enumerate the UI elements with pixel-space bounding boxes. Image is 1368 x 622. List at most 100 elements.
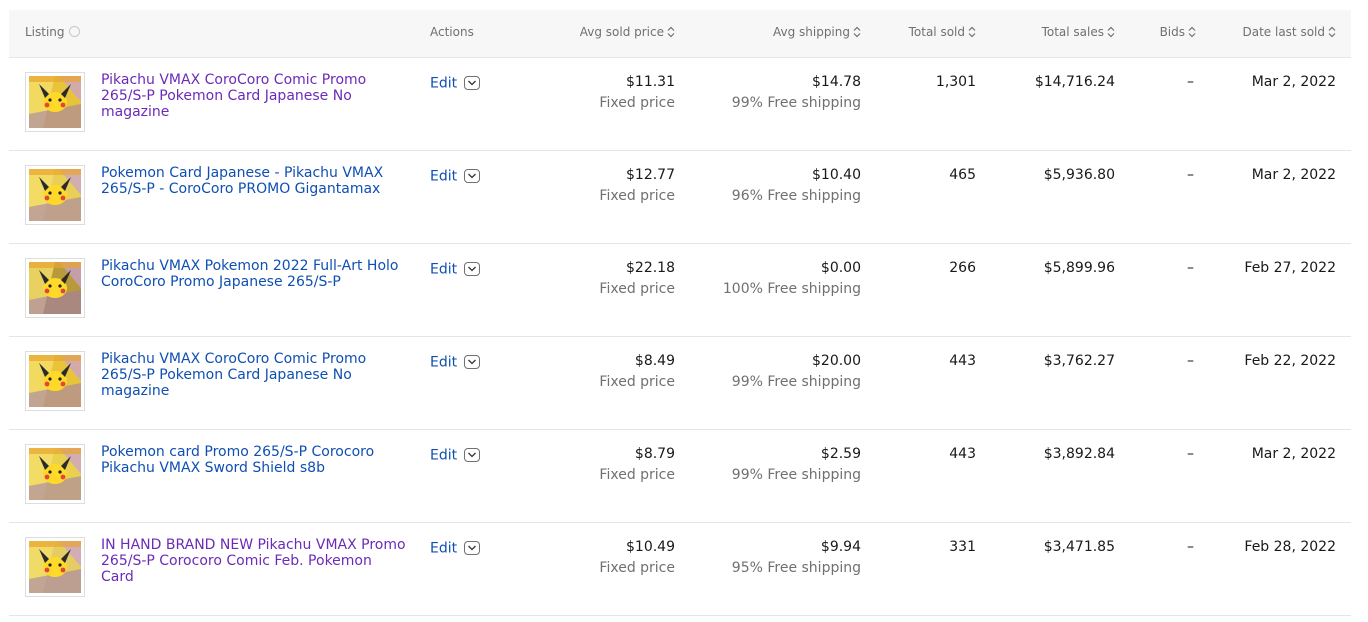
avg-shipping: $2.59 (820, 446, 861, 462)
bids: – (1187, 353, 1194, 369)
edit-link[interactable]: Edit (430, 262, 457, 278)
pokemon-card-image (25, 165, 85, 225)
column-header-label: Avg sold price (579, 25, 664, 39)
listing-title-link[interactable]: Pikachu VMAX Pokemon 2022 Full-Art Holo … (101, 258, 409, 290)
column-header-label: Avg shipping (772, 25, 850, 39)
column-header-label: Bids (1159, 25, 1185, 39)
column-header-total-sold[interactable]: Total sold (909, 10, 976, 57)
listing-title-link[interactable]: Pokemon Card Japanese - Pikachu VMAX 265… (101, 165, 409, 197)
listing-title-link[interactable]: IN HAND BRAND NEW Pikachu VMAX Promo 265… (101, 537, 409, 585)
total-sales-cell: $3,471.85 (1044, 537, 1115, 558)
column-header-avg-sold-price[interactable]: Avg sold price (580, 10, 675, 57)
column-header-total-sales[interactable]: Total sales (1042, 10, 1115, 57)
listing-thumbnail[interactable] (25, 165, 85, 225)
column-header-avg-shipping[interactable]: Avg shipping (773, 10, 861, 57)
avg-sold-price: $22.18 (626, 260, 675, 276)
free-shipping-rate: 99% Free shipping (731, 467, 861, 483)
pokemon-card-image (25, 537, 85, 597)
column-header-listing[interactable]: Listing (25, 10, 80, 57)
date-last-sold-cell: Feb 22, 2022 (1244, 351, 1336, 372)
avg-sold-price: $11.31 (626, 74, 675, 90)
bids: – (1187, 167, 1194, 183)
price-format: Fixed price (599, 95, 675, 111)
bids-cell: – (1187, 72, 1194, 93)
table-row: Pikachu VMAX CoroCoro Comic Promo 265/S-… (9, 58, 1351, 151)
actions-dropdown-button[interactable] (464, 75, 481, 90)
avg-shipping: $10.40 (812, 167, 861, 183)
bids-cell: – (1187, 444, 1194, 465)
total-sold: 465 (949, 167, 976, 183)
price-format: Fixed price (599, 560, 675, 576)
table-row: Pikachu VMAX CoroCoro Comic Promo 265/S-… (9, 337, 1351, 430)
row-actions: Edit (430, 259, 481, 278)
actions-dropdown-button[interactable] (464, 540, 481, 555)
edit-link[interactable]: Edit (430, 76, 457, 92)
table-row: IN HAND BRAND NEW Pikachu VMAX Promo 265… (9, 523, 1351, 616)
date-last-sold: Feb 27, 2022 (1244, 260, 1336, 276)
total-sales-cell: $5,899.96 (1044, 258, 1115, 279)
avg-sold-price-cell: $8.49 Fixed price (599, 351, 675, 393)
edit-link[interactable]: Edit (430, 448, 457, 464)
date-last-sold: Feb 22, 2022 (1244, 353, 1336, 369)
actions-dropdown-button[interactable] (464, 447, 481, 462)
actions-dropdown-button[interactable] (464, 168, 481, 183)
avg-shipping-cell: $10.40 96% Free shipping (732, 165, 861, 207)
listing-thumbnail[interactable] (25, 72, 85, 132)
avg-sold-price-cell: $12.77 Fixed price (599, 165, 675, 207)
column-header-actions: Actions (430, 10, 474, 57)
date-last-sold-cell: Feb 28, 2022 (1244, 537, 1336, 558)
date-last-sold-cell: Mar 2, 2022 (1252, 72, 1336, 93)
sort-icon (667, 26, 675, 37)
table-row: Pokemon Card Japanese - Pikachu VMAX 265… (9, 151, 1351, 244)
pokemon-card-image (25, 351, 85, 411)
listing-title-link[interactable]: Pokemon card Promo 265/S-P Corocoro Pika… (101, 444, 409, 476)
actions-dropdown-button[interactable] (464, 354, 481, 369)
total-sold: 266 (949, 260, 976, 276)
total-sales: $5,936.80 (1043, 167, 1115, 183)
price-format: Fixed price (599, 374, 675, 390)
listing-thumbnail[interactable] (25, 444, 85, 504)
listing-thumbnail[interactable] (25, 537, 85, 597)
free-shipping-rate: 99% Free shipping (731, 374, 861, 390)
edit-link[interactable]: Edit (430, 541, 457, 557)
column-header-label: Total sales (1041, 25, 1104, 39)
bids-cell: – (1187, 258, 1194, 279)
total-sold: 443 (949, 353, 976, 369)
table-row: Pikachu VMAX Pokemon 2022 Full-Art Holo … (9, 244, 1351, 337)
column-header-date-last-sold[interactable]: Date last sold (1243, 10, 1337, 57)
row-actions: Edit (430, 352, 481, 371)
avg-sold-price: $8.49 (634, 353, 675, 369)
listing-title-link[interactable]: Pikachu VMAX CoroCoro Comic Promo 265/S-… (101, 351, 409, 399)
edit-link[interactable]: Edit (430, 355, 457, 371)
total-sales-cell: $3,762.27 (1044, 351, 1115, 372)
chevron-down-icon (468, 452, 477, 457)
avg-shipping: $14.78 (812, 74, 861, 90)
total-sales: $14,716.24 (1034, 74, 1115, 90)
pokemon-card-image (25, 444, 85, 504)
total-sales: $3,762.27 (1043, 353, 1115, 369)
price-format: Fixed price (599, 281, 675, 297)
sort-icon (1188, 26, 1196, 37)
info-icon[interactable] (68, 26, 80, 37)
total-sales-cell: $14,716.24 (1035, 72, 1115, 93)
date-last-sold: Mar 2, 2022 (1251, 446, 1336, 462)
bids: – (1187, 260, 1194, 276)
row-actions: Edit (430, 538, 481, 557)
avg-shipping-cell: $0.00 100% Free shipping (723, 258, 861, 300)
actions-dropdown-button[interactable] (464, 261, 481, 276)
date-last-sold-cell: Feb 27, 2022 (1244, 258, 1336, 279)
chevron-down-icon (468, 545, 477, 550)
edit-link[interactable]: Edit (430, 169, 457, 185)
listing-thumbnail[interactable] (25, 258, 85, 318)
date-last-sold-cell: Mar 2, 2022 (1252, 165, 1336, 186)
column-header-bids[interactable]: Bids (1160, 10, 1196, 57)
row-actions: Edit (430, 445, 481, 464)
column-header-label: Actions (430, 25, 474, 39)
listing-title-link[interactable]: Pikachu VMAX CoroCoro Comic Promo 265/S-… (101, 72, 409, 120)
bids-cell: – (1187, 537, 1194, 558)
sort-icon (853, 26, 861, 37)
chevron-down-icon (468, 359, 477, 364)
date-last-sold-cell: Mar 2, 2022 (1252, 444, 1336, 465)
listing-thumbnail[interactable] (25, 351, 85, 411)
sort-icon (1107, 26, 1115, 37)
